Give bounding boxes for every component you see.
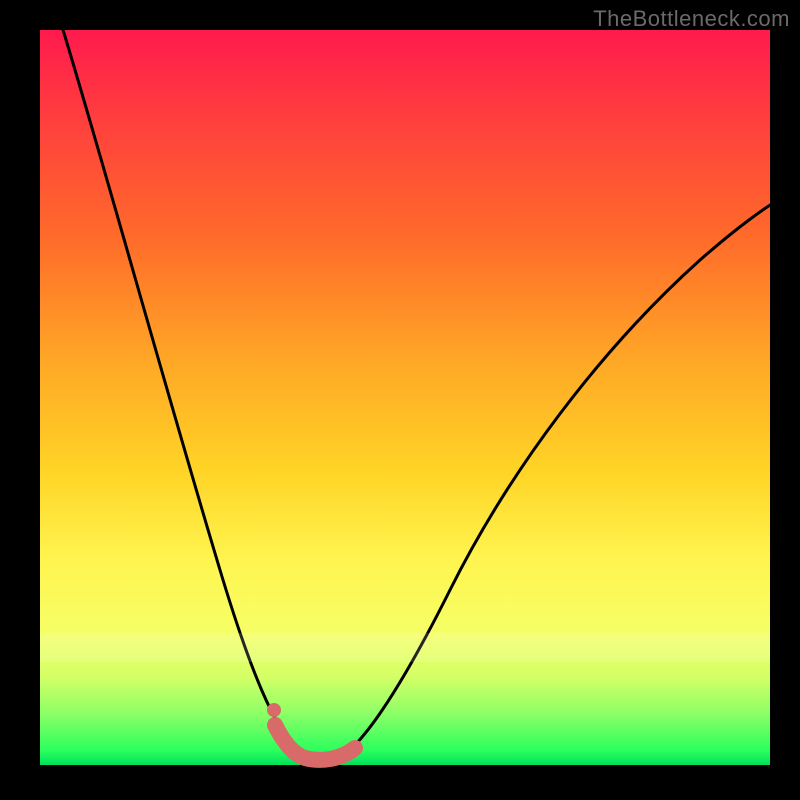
curve-layer — [40, 30, 770, 765]
accent-dot — [267, 703, 281, 717]
bottleneck-curve — [60, 20, 775, 761]
chart-frame: TheBottleneck.com — [0, 0, 800, 800]
watermark-text: TheBottleneck.com — [593, 6, 790, 32]
plot-area — [40, 30, 770, 765]
accent-trough — [275, 725, 355, 760]
